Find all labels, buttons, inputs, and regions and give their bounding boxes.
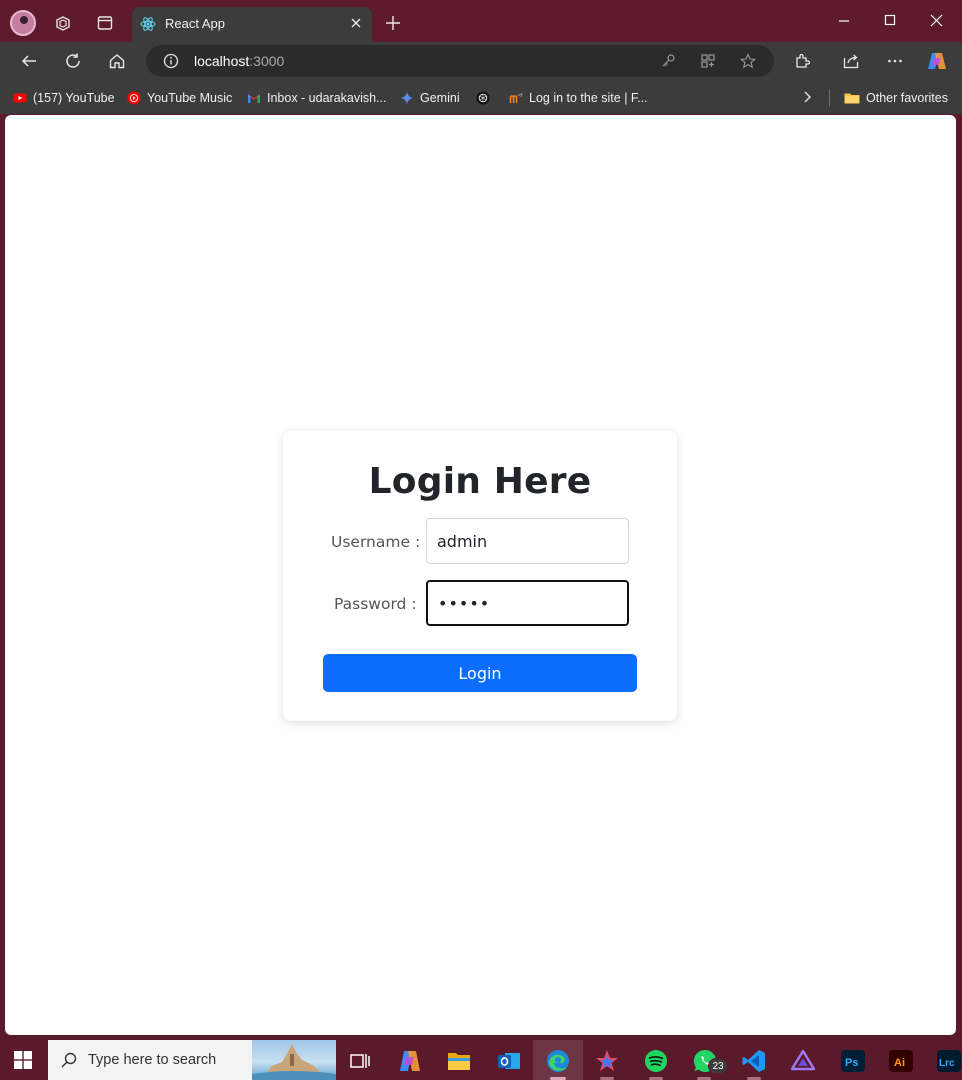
home-icon[interactable] [108,52,126,70]
copilot-taskbar-icon[interactable] [397,1048,423,1074]
url-port: :3000 [249,53,285,69]
favorite-star-icon[interactable] [740,53,756,69]
address-bar[interactable]: localhost:3000 [146,45,774,77]
profile-avatar[interactable] [10,10,36,36]
page-viewport: Login Here Username : Password : Login [5,115,956,1035]
other-favorites-label: Other favorites [866,91,948,105]
gmail-icon [248,94,260,103]
minimize-icon[interactable] [836,12,854,30]
gemini-icon [400,91,414,105]
bookmark-moodle[interactable]: Log in to the site | F... [509,89,648,107]
bookmark-chatgpt[interactable] [476,89,490,107]
photoshop-icon[interactable]: Ps [840,1048,866,1074]
react-icon [140,17,156,31]
bookmark-gemini[interactable]: Gemini [400,89,460,107]
login-button[interactable]: Login [323,654,637,692]
login-card: Login Here Username : Password : Login [283,431,677,721]
bookmark-label: Inbox - udarakavish... [267,91,387,105]
workspaces-icon[interactable] [54,14,72,32]
maximize-icon[interactable] [882,12,900,30]
url-text[interactable]: localhost:3000 [194,53,284,69]
chatgpt-icon [476,91,490,105]
bookmark-youtube[interactable]: (157) YouTube [13,89,115,107]
folder-icon [844,93,860,104]
bookmarks-bar: (157) YouTube YouTube Music Inbox - udar… [0,80,962,114]
windows-start-icon[interactable] [14,1051,32,1069]
username-input[interactable] [426,518,629,564]
bookmark-label: Gemini [420,91,460,105]
login-heading: Login Here [368,461,592,502]
close-tab-icon[interactable] [348,15,364,31]
app-star-icon[interactable] [594,1048,620,1074]
navigation-bar: localhost:3000 [0,42,962,80]
youtube-icon [13,93,27,103]
username-label: Username : [331,533,421,551]
site-info-icon[interactable] [163,53,179,69]
castle-illustration [252,1044,336,1080]
outlook-icon[interactable] [496,1048,522,1074]
tab-title: React App [165,16,225,31]
app-available-icon[interactable] [700,53,716,69]
bookmark-youtube-music[interactable]: YouTube Music [127,89,232,107]
other-favorites[interactable]: Other favorites [844,89,948,107]
lightroom-classic-icon[interactable]: Lrc [936,1048,962,1074]
svg-text:Lrc: Lrc [939,1058,955,1069]
back-icon[interactable] [20,52,38,70]
illustrator-icon[interactable]: Ai [888,1048,914,1074]
bookmark-label: YouTube Music [147,91,233,105]
spotify-icon[interactable] [643,1048,669,1074]
refresh-icon[interactable] [64,52,82,70]
task-view-icon[interactable] [347,1048,373,1074]
taskbar: Type here to search Ps Ai Lrc [0,1040,962,1080]
password-label: Password : [334,595,417,613]
password-input[interactable] [426,580,629,626]
bookmark-label: (157) YouTube [33,91,115,105]
tab-react-app[interactable]: React App [132,7,372,43]
share-icon[interactable] [842,52,860,70]
extensions-icon[interactable] [793,52,811,70]
title-bar: React App [0,0,962,43]
edge-icon[interactable] [545,1048,571,1074]
chevron-right-icon[interactable] [800,90,814,104]
search-placeholder: Type here to search [88,1052,217,1068]
key-icon[interactable] [660,53,676,69]
file-explorer-icon[interactable] [446,1048,472,1074]
search-highlight-image [252,1040,336,1080]
search-icon [61,1052,77,1068]
copilot-icon[interactable] [926,50,948,72]
bookmark-label: Log in to the site | F... [529,91,648,105]
proton-vpn-icon[interactable] [790,1048,816,1074]
bookmarks-divider [829,89,830,107]
whatsapp-unread-badge: 23 [708,1058,728,1074]
vscode-icon[interactable] [741,1048,767,1074]
svg-text:Ai: Ai [894,1057,905,1069]
taskbar-search[interactable]: Type here to search [48,1040,336,1080]
moodle-icon [509,93,523,103]
svg-text:Ps: Ps [845,1057,858,1069]
new-tab-icon[interactable] [384,14,402,32]
youtube-music-icon [127,91,141,105]
url-host: localhost [194,53,250,69]
close-window-icon[interactable] [928,12,946,30]
bookmark-gmail[interactable]: Inbox - udarakavish... [247,89,387,107]
more-options-icon[interactable] [886,52,904,70]
tab-actions-icon[interactable] [96,14,114,32]
